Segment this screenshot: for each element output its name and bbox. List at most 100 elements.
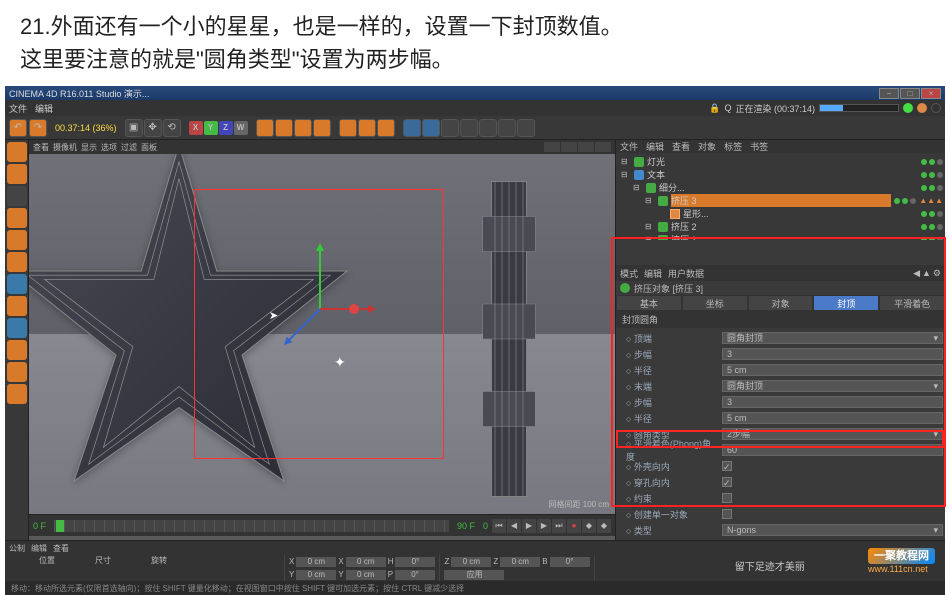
axis-z[interactable]: Z (219, 121, 233, 135)
axis-y[interactable]: Y (204, 121, 218, 135)
close-button[interactable]: × (921, 88, 941, 99)
tab-phong[interactable]: 平滑着色(Phong) (879, 295, 945, 311)
redo-button[interactable]: ↷ (29, 119, 47, 137)
play-button[interactable]: ▶ (522, 519, 536, 533)
checkbox[interactable] (722, 509, 732, 519)
size-y[interactable]: 0 cm (346, 570, 386, 580)
key-button[interactable]: ◆ (582, 519, 596, 533)
rot-h[interactable]: 0° (395, 557, 435, 567)
undo-button[interactable]: ↶ (9, 119, 27, 137)
goto-end[interactable]: ⏭ (552, 519, 566, 533)
attr-field[interactable]: 圆角封顶▾ (722, 380, 943, 392)
tool-mode[interactable] (7, 252, 27, 272)
vp-menu[interactable]: 过滤 (121, 142, 137, 153)
vp-menu[interactable]: 选项 (101, 142, 117, 153)
panel-tab[interactable]: 文件 (620, 140, 638, 153)
size-x[interactable]: 0 cm (346, 557, 386, 567)
light-button[interactable] (498, 119, 516, 137)
bottom-tab[interactable]: 查看 (53, 543, 69, 554)
attr-field[interactable]: N-gons▾ (722, 524, 943, 536)
apply-button[interactable]: 应用 (444, 570, 504, 580)
tab-caps[interactable]: 封顶 (813, 295, 879, 311)
edge-mode[interactable] (7, 208, 27, 228)
spline-button[interactable] (422, 119, 440, 137)
panel-tab[interactable]: 查看 (672, 140, 690, 153)
object-row[interactable]: 星形... (618, 207, 943, 220)
tool-button[interactable] (256, 119, 274, 137)
record-button[interactable]: ● (567, 519, 581, 533)
object-row[interactable]: ⊟挤压 3▲▲▲ (618, 194, 943, 207)
menu-item[interactable]: 编辑 (35, 102, 53, 115)
rot-p[interactable]: 0° (395, 570, 435, 580)
rot-b[interactable]: 0° (550, 557, 590, 567)
menu-item[interactable]: 文件 (9, 102, 27, 115)
attr-field[interactable]: 5 cm (722, 412, 943, 424)
model-mode[interactable] (7, 142, 27, 162)
gizmo-x-axis[interactable] (320, 308, 370, 310)
mode-button[interactable] (7, 296, 27, 316)
scene-button[interactable] (517, 119, 535, 137)
deformer-button[interactable] (460, 119, 478, 137)
search-icon[interactable]: Q (724, 103, 731, 113)
mode-button[interactable] (7, 362, 27, 382)
generator-button[interactable] (441, 119, 459, 137)
vp-menu[interactable]: 摄像机 (53, 142, 77, 153)
pos-x[interactable]: 0 cm (296, 557, 336, 567)
object-manager[interactable]: ⊟灯光⊟文本⊟细分...⊟挤压 3▲▲▲星形...⊟挤压 2⊟挤压 1⊟挤压⊟.… (616, 153, 945, 240)
render-button[interactable] (358, 119, 376, 137)
prev-frame[interactable]: ◀ (507, 519, 521, 533)
tool-button[interactable] (275, 119, 293, 137)
panel-tab[interactable]: 编辑 (646, 140, 664, 153)
attr-menu[interactable]: 用户数据 (668, 267, 704, 280)
size-z[interactable]: 0 cm (500, 557, 540, 567)
select-tool[interactable]: ▣ (125, 119, 143, 137)
object-row[interactable]: ⊟文本 (618, 168, 943, 181)
vp-menu[interactable]: 显示 (81, 142, 97, 153)
vp-layout-icon[interactable] (544, 142, 560, 152)
mode-button[interactable] (7, 384, 27, 404)
point-mode[interactable] (7, 186, 27, 206)
object-row[interactable]: ⊟挤压 1 (618, 233, 943, 240)
attr-field[interactable]: 5 cm (722, 364, 943, 376)
checkbox[interactable]: ✓ (722, 477, 732, 487)
vp-layout-icon[interactable] (595, 142, 611, 152)
tool-button[interactable] (313, 119, 331, 137)
attr-field[interactable]: 2步幅▾ (722, 428, 943, 440)
object-row[interactable]: ⊟挤压 2 (618, 220, 943, 233)
primitive-button[interactable] (403, 119, 421, 137)
attr-field[interactable]: 60 (722, 444, 943, 456)
playhead[interactable] (56, 520, 64, 532)
checkbox[interactable] (722, 493, 732, 503)
render-button[interactable] (339, 119, 357, 137)
bottom-tab[interactable]: 编辑 (31, 543, 47, 554)
pos-y[interactable]: 0 cm (296, 570, 336, 580)
tab-object[interactable]: 对象 (748, 295, 814, 311)
panel-tab[interactable]: 对象 (698, 140, 716, 153)
tab-coord[interactable]: 坐标 (682, 295, 748, 311)
axis-w[interactable]: W (234, 121, 248, 135)
timeline-track[interactable] (54, 520, 449, 532)
checkbox[interactable]: ✓ (722, 461, 732, 471)
gizmo-handle[interactable] (349, 304, 359, 314)
goto-start[interactable]: ⏮ (492, 519, 506, 533)
texture-mode[interactable] (7, 164, 27, 184)
polygon-mode[interactable] (7, 230, 27, 250)
nav-back-icon[interactable]: ◀ (913, 268, 920, 279)
attr-field[interactable]: 圆角封顶▾ (722, 332, 943, 344)
object-row[interactable]: ⊟灯光 (618, 155, 943, 168)
render-button[interactable] (377, 119, 395, 137)
camera-button[interactable] (479, 119, 497, 137)
object-row[interactable]: ⊟细分... (618, 181, 943, 194)
bottom-tab[interactable]: 公制 (9, 543, 25, 554)
mode-button[interactable] (7, 318, 27, 338)
tool-button[interactable] (294, 119, 312, 137)
vp-layout-icon[interactable] (561, 142, 577, 152)
axis-x[interactable]: X (189, 121, 203, 135)
minimize-button[interactable]: − (879, 88, 899, 99)
attr-field[interactable]: 3 (722, 348, 943, 360)
move-tool[interactable]: ✥ (144, 119, 162, 137)
tab-basic[interactable]: 基本 (616, 295, 682, 311)
attr-menu[interactable]: 模式 (620, 267, 638, 280)
attr-field[interactable]: 3 (722, 396, 943, 408)
panel-tab[interactable]: 书签 (750, 140, 768, 153)
